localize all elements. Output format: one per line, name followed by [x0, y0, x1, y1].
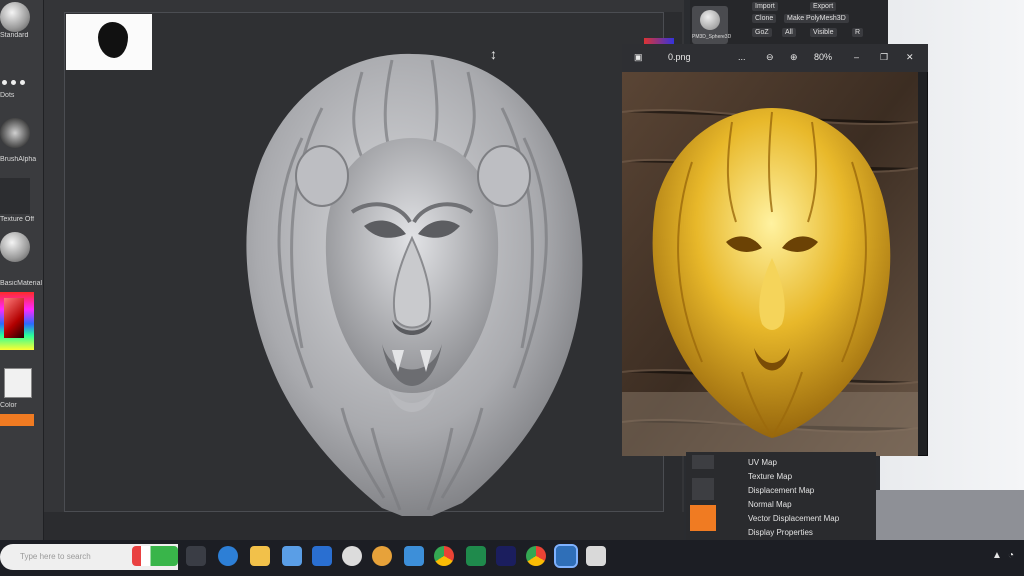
- sphere3d-icon: [700, 10, 720, 30]
- texture-thumb[interactable]: [0, 178, 30, 214]
- alpha-label: BrushAlpha: [0, 156, 37, 163]
- chrome-icon[interactable]: [434, 546, 454, 566]
- make-polymesh-button[interactable]: Make PolyMesh3D: [784, 14, 849, 23]
- viewer-filename: 0.png: [668, 52, 691, 62]
- standard-brush-thumb[interactable]: [0, 2, 30, 32]
- texture-icon[interactable]: [692, 478, 714, 500]
- clone-button[interactable]: Clone: [752, 14, 777, 23]
- active-texture-swatch[interactable]: [690, 505, 716, 531]
- thumbnail-silhouette: [98, 22, 128, 58]
- brush-label: Standard: [0, 32, 29, 39]
- zoom-in-icon[interactable]: ⊕: [790, 52, 798, 63]
- image-icon: ▣: [634, 52, 643, 62]
- color-label: Color: [0, 402, 17, 409]
- export-button[interactable]: Export: [810, 2, 837, 11]
- minimize-button[interactable]: –: [854, 52, 859, 62]
- file-explorer-icon[interactable]: [250, 546, 270, 566]
- tool-thumbnail-label: PM3D_Sphere3D: [692, 34, 732, 40]
- network-icon[interactable]: ◔: [1008, 550, 1014, 561]
- lion-sculpt-model[interactable]: [232, 48, 592, 518]
- mail-icon[interactable]: [312, 546, 332, 566]
- stroke-thumb[interactable]: [2, 72, 32, 85]
- store-icon[interactable]: [282, 546, 302, 566]
- zbrush-icon[interactable]: [342, 546, 362, 566]
- material-label: BasicMaterial Gray: [0, 280, 44, 287]
- orange-indicator: [0, 414, 34, 426]
- goz-button[interactable]: GoZ: [752, 28, 772, 37]
- chrome-profile-icon[interactable]: [526, 546, 546, 566]
- uv-icon[interactable]: [692, 455, 714, 469]
- stroke-label: Dots: [0, 92, 15, 99]
- close-button[interactable]: ✕: [906, 52, 914, 63]
- zoom-level[interactable]: 80%: [814, 52, 832, 62]
- excel-icon[interactable]: [466, 546, 486, 566]
- color-picker-field[interactable]: [4, 298, 24, 338]
- document-icon[interactable]: [586, 546, 606, 566]
- menu-item-texture-map[interactable]: Texture Map: [748, 472, 792, 481]
- menu-item-displacement-map[interactable]: Displacement Map: [748, 486, 814, 495]
- left-tray: Standard Dots BrushAlpha Texture Off Bas…: [0, 0, 44, 540]
- tool-thumbnail[interactable]: PM3D_Sphere3D: [692, 6, 732, 44]
- all-button[interactable]: All: [782, 28, 796, 37]
- edge-icon[interactable]: [218, 546, 238, 566]
- task-view-icon[interactable]: [186, 546, 206, 566]
- menu-item-uv-map[interactable]: UV Map: [748, 458, 777, 467]
- visible-button[interactable]: Visible: [810, 28, 837, 37]
- search-placeholder: Type here to search: [20, 552, 91, 561]
- restore-button[interactable]: ❐: [880, 52, 888, 63]
- zoom-out-icon[interactable]: ⊖: [766, 52, 774, 63]
- import-button[interactable]: Import: [752, 2, 778, 11]
- navigation-thumbnail[interactable]: [66, 14, 152, 70]
- monitor-screen: Standard Dots BrushAlpha Texture Off Bas…: [0, 0, 1024, 576]
- search-highlight-icon: [132, 546, 178, 566]
- texture-label: Texture Off: [0, 216, 35, 223]
- photos-icon[interactable]: [404, 546, 424, 566]
- r-button[interactable]: R: [852, 28, 864, 37]
- menu-item-normal-map[interactable]: Normal Map: [748, 500, 792, 509]
- gold-lion-ring-photo: [622, 72, 918, 456]
- menu-item-display-properties[interactable]: Display Properties: [748, 528, 813, 537]
- more-options-button[interactable]: ...: [738, 52, 746, 62]
- color-picker[interactable]: [0, 292, 34, 350]
- main-color-swatch[interactable]: [4, 368, 32, 398]
- active-app-icon[interactable]: [554, 544, 578, 568]
- alpha-thumb[interactable]: [0, 118, 30, 148]
- material-thumb[interactable]: [0, 232, 30, 262]
- photoshop-icon[interactable]: [496, 546, 516, 566]
- blender-icon[interactable]: [372, 546, 392, 566]
- tray-up-arrow-icon[interactable]: ▲: [992, 550, 1002, 561]
- menu-item-vector-displacement-map[interactable]: Vector Displacement Map: [748, 514, 839, 523]
